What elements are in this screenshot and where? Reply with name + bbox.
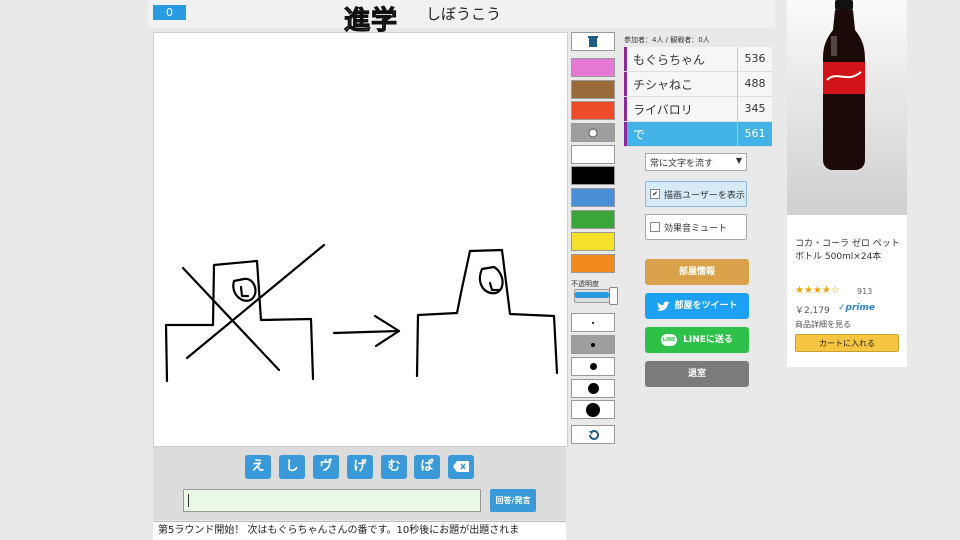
undo-icon <box>589 429 599 440</box>
backspace-icon <box>453 461 469 472</box>
kana-button-6[interactable]: ぱ <box>414 455 440 479</box>
player-name: チシャねこ <box>633 77 694 92</box>
text-cursor <box>188 494 189 507</box>
player-row: チシャねこ 488 <box>624 72 772 97</box>
stroke-right-window-hand <box>488 281 502 292</box>
leave-room-button[interactable]: 退室 <box>645 361 749 387</box>
stroke-left-window <box>232 277 257 302</box>
player-name: もぐらちゃん <box>633 52 706 67</box>
line-label: LINEに送る <box>683 335 733 345</box>
mute-toggle[interactable]: 効果音ミュート <box>645 214 747 240</box>
brush-size-2[interactable] <box>571 335 615 354</box>
undo-button[interactable] <box>571 425 615 444</box>
drawing-strokes <box>164 243 559 383</box>
twitter-bird-icon <box>657 300 671 311</box>
eraser-icon <box>588 128 598 137</box>
color-white[interactable] <box>571 145 615 164</box>
drawing-canvas[interactable] <box>153 32 568 447</box>
brush-size-3[interactable] <box>571 357 615 376</box>
color-orange[interactable] <box>571 254 615 273</box>
player-list: もぐらちゃん 536 チシャねこ 488 ライバロリ 345 で 561 <box>624 47 772 147</box>
opacity-fill <box>575 292 609 298</box>
backspace-button[interactable] <box>448 455 474 479</box>
checkbox-icon <box>650 222 660 232</box>
prime-badge: ✓prime <box>838 303 875 313</box>
rating-stars-icon: ★★★★☆ <box>795 285 840 296</box>
color-brown[interactable] <box>571 80 615 99</box>
kana-button-1[interactable]: え <box>245 455 271 479</box>
game-screen: 0 進学 しぼうこう 不透明度 参加者：4人 / 観戦者：0人 もぐらちゃん 5… <box>0 0 960 540</box>
color-yellow[interactable] <box>571 232 615 251</box>
product-price: ￥2,179 <box>795 306 830 316</box>
chevron-down-icon: ▼ <box>735 156 742 165</box>
select-value: 常に文字を流す <box>650 159 714 169</box>
player-score: 561 <box>737 122 772 146</box>
kana-button-5[interactable]: む <box>381 455 407 479</box>
round-counter: 0 <box>153 5 186 20</box>
opacity-label: 不透明度 <box>571 280 599 288</box>
color-red[interactable] <box>571 101 615 120</box>
kana-button-4[interactable]: げ <box>347 455 373 479</box>
text-stream-select[interactable]: 常に文字を流す ▼ <box>645 153 747 171</box>
player-score: 345 <box>737 97 772 121</box>
stroke-left-window-hand <box>239 285 250 298</box>
send-answer-button[interactable]: 回答/発言 <box>490 489 536 512</box>
opacity-knob[interactable] <box>609 287 618 305</box>
color-pink[interactable] <box>571 58 615 77</box>
theme-reading: しぼうこう <box>426 5 502 23</box>
product-name[interactable]: コカ・コーラ ゼロ ペットボトル 500ml×24本 <box>795 238 903 264</box>
review-count: 913 <box>857 287 873 296</box>
cola-bottle-icon <box>787 0 907 215</box>
kana-button-2[interactable]: し <box>279 455 305 479</box>
chat-log-line: 第5ラウンド開始！ 次はもぐらちゃんさんの番です。10秒後にお題が出題されま <box>153 521 566 540</box>
line-button[interactable]: LINE LINEに送る <box>645 327 749 353</box>
player-score: 536 <box>737 47 772 71</box>
product-detail-link[interactable]: 商品詳細を見る <box>795 319 851 330</box>
tweet-label: 部屋をツイート <box>674 301 738 311</box>
tweet-button[interactable]: 部屋をツイート <box>645 293 749 319</box>
player-row: もぐらちゃん 536 <box>624 47 772 72</box>
player-row: ライバロリ 345 <box>624 97 772 122</box>
ad-panel[interactable]: コカ・コーラ ゼロ ペットボトル 500ml×24本 ★★★★☆ 913 ￥2,… <box>787 0 907 367</box>
player-name: ライバロリ <box>633 102 693 117</box>
color-blue[interactable] <box>571 188 615 207</box>
trash-button[interactable] <box>571 32 615 51</box>
show-drawer-toggle[interactable]: ✔ 描画ユーザーを表示 <box>645 181 747 207</box>
brush-size-4[interactable] <box>571 379 615 398</box>
stroke-arrow-shaft <box>332 329 401 335</box>
product-image[interactable] <box>787 0 907 215</box>
color-green[interactable] <box>571 210 615 229</box>
player-score: 488 <box>737 72 772 96</box>
kana-button-3[interactable]: ヴ <box>313 455 339 479</box>
toggle-label: 描画ユーザーを表示 <box>664 190 745 201</box>
toggle-label: 効果音ミュート <box>664 223 728 234</box>
participants-count: 参加者：4人 / 観戦者：0人 <box>624 36 710 44</box>
trash-icon <box>588 36 598 47</box>
color-black[interactable] <box>571 166 615 185</box>
brush-size-1[interactable] <box>571 313 615 332</box>
add-to-cart-button[interactable]: カートに入れる <box>795 334 899 352</box>
line-logo-icon: LINE <box>661 334 678 346</box>
answer-input[interactable] <box>183 489 481 512</box>
color-eraser[interactable] <box>571 123 615 142</box>
player-row-self: で 561 <box>624 122 772 147</box>
checkbox-checked-icon: ✔ <box>650 189 660 199</box>
brush-size-5[interactable] <box>571 400 615 419</box>
opacity-slider[interactable] <box>574 287 618 305</box>
room-info-button[interactable]: 部屋情報 <box>645 259 749 285</box>
player-name: で <box>633 127 646 142</box>
